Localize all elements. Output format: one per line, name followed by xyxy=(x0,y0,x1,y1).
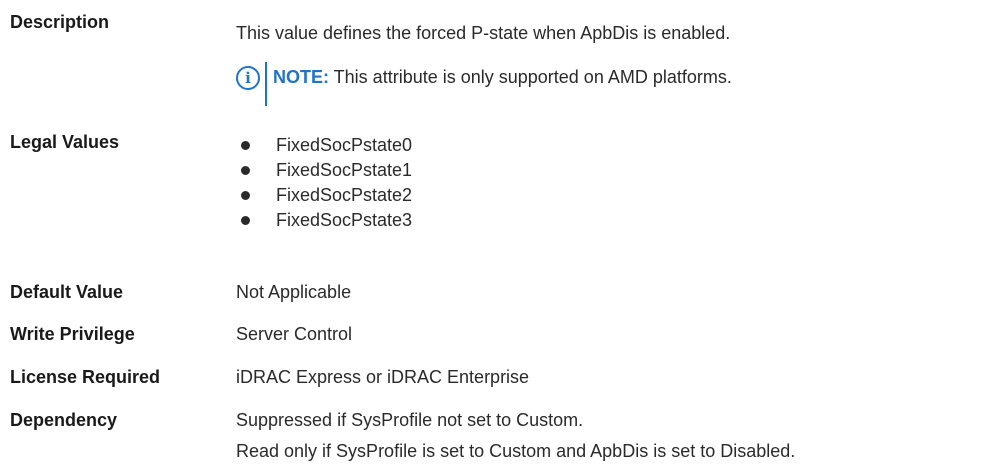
default-value-value: Not Applicable xyxy=(236,282,352,302)
note-divider xyxy=(265,62,267,106)
legal-values-label: Legal Values xyxy=(10,132,120,152)
bullet-icon xyxy=(241,166,250,175)
description-value: This value defines the forced P-state wh… xyxy=(236,23,731,43)
dependency-line-1: Suppressed if SysProfile not set to Cust… xyxy=(236,410,584,430)
dependency-label: Dependency xyxy=(10,410,118,430)
info-icon: i xyxy=(236,66,260,90)
bullet-icon xyxy=(241,141,250,150)
note-callout: i NOTE: This attribute is only supported… xyxy=(236,62,976,106)
write-privilege-value: Server Control xyxy=(236,324,353,344)
bullet-icon xyxy=(241,216,250,225)
legal-values-list: FixedSocPstate0 FixedSocPstate1 FixedSoc… xyxy=(240,133,412,233)
list-item: FixedSocPstate1 xyxy=(240,158,412,183)
note-body: This attribute is only supported on AMD … xyxy=(329,67,732,87)
list-item: FixedSocPstate3 xyxy=(240,208,412,233)
license-required-value: iDRAC Express or iDRAC Enterprise xyxy=(236,367,530,387)
list-item: FixedSocPstate2 xyxy=(240,183,412,208)
dependency-line-2: Read only if SysProfile is set to Custom… xyxy=(236,441,796,461)
note-text: NOTE: This attribute is only supported o… xyxy=(273,66,732,88)
list-item: FixedSocPstate0 xyxy=(240,133,412,158)
bullet-icon xyxy=(241,191,250,200)
default-value-label: Default Value xyxy=(10,282,124,302)
write-privilege-label: Write Privilege xyxy=(10,324,135,344)
license-required-label: License Required xyxy=(10,367,161,387)
description-label: Description xyxy=(10,12,110,32)
note-keyword: NOTE: xyxy=(273,67,329,87)
